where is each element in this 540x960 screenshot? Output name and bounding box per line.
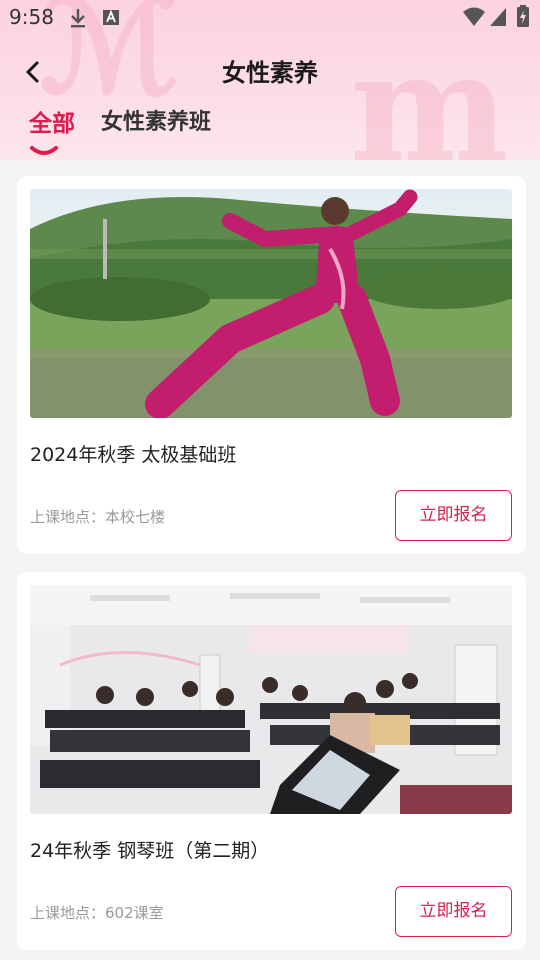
tab-women-literacy-class[interactable]: 女性素养班	[101, 104, 211, 136]
status-bar: 9:58	[0, 0, 540, 36]
font-app-icon	[103, 9, 119, 25]
signal-icon	[490, 8, 506, 26]
signup-button[interactable]: 立即报名	[395, 886, 512, 937]
course-title: 24年秋季 钢琴班（第二期）	[30, 840, 270, 862]
header: ℳ m 9:58 女性素养 全部 女性素养班	[0, 0, 540, 160]
tab-all[interactable]: 全部	[29, 104, 75, 138]
course-location: 上课地点：本校七楼	[30, 508, 166, 526]
active-tab-indicator	[30, 146, 58, 155]
decorative-pattern: m	[350, 20, 509, 160]
course-photo	[30, 189, 512, 418]
course-card[interactable]: 24年秋季 钢琴班（第二期） 上课地点：602课室 立即报名	[17, 572, 526, 950]
download-icon	[71, 9, 85, 28]
course-title: 2024年秋季 太极基础班	[30, 444, 237, 466]
signup-button[interactable]: 立即报名	[395, 490, 512, 541]
wifi-icon	[463, 7, 485, 26]
battery-charging-icon	[517, 5, 529, 27]
course-location: 上课地点：602课室	[30, 904, 164, 922]
course-photo	[30, 585, 512, 814]
status-time: 9:58	[9, 5, 54, 29]
course-card[interactable]: 2024年秋季 太极基础班 上课地点：本校七楼 立即报名	[17, 176, 526, 554]
page-title: 女性素养	[222, 59, 318, 87]
